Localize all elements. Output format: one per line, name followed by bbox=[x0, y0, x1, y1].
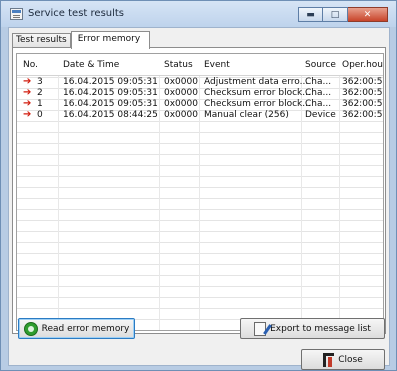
cell-event: Adjustment data erro... bbox=[204, 77, 309, 87]
export-to-message-list-button[interactable]: Export to message list bbox=[240, 318, 385, 339]
cell-no: 1 bbox=[37, 99, 43, 109]
title-bar[interactable]: Service test results ▬ □ ✕ bbox=[1, 1, 396, 27]
red-arrow-icon: ➔ bbox=[23, 98, 32, 109]
exit-door-icon bbox=[323, 352, 335, 367]
error-memory-table[interactable]: No. Date & Time Status Event Source Oper… bbox=[16, 53, 384, 331]
table-row[interactable]: ➔ 0 16.04.2015 08:44:25 0x0000 Manual cl… bbox=[17, 109, 384, 121]
cell-status: 0x0000 bbox=[164, 110, 198, 120]
export-label: Export to message list bbox=[270, 323, 371, 334]
table-row[interactable]: ➔ 2 16.04.2015 09:05:31 0x0000 Checksum … bbox=[17, 87, 384, 99]
cell-status: 0x0000 bbox=[164, 99, 198, 109]
column-header-date-time[interactable]: Date & Time bbox=[63, 60, 119, 70]
column-header-status[interactable]: Status bbox=[164, 60, 193, 70]
table-header: No. Date & Time Status Event Source Oper… bbox=[17, 54, 383, 76]
window-close-button[interactable]: ✕ bbox=[348, 7, 388, 22]
cell-oper-hours: 362:00:52 bbox=[342, 110, 384, 120]
red-arrow-icon: ➔ bbox=[23, 109, 32, 120]
cell-oper-hours: 362:00:52 bbox=[342, 77, 384, 87]
cell-date-time: 16.04.2015 09:05:31 bbox=[63, 99, 158, 109]
cell-source: Cha... bbox=[305, 77, 332, 87]
cell-no: 0 bbox=[37, 110, 43, 120]
cell-event: Checksum error block... bbox=[204, 88, 311, 98]
cell-no: 2 bbox=[37, 88, 43, 98]
column-header-oper-hours[interactable]: Oper.hours bbox=[342, 60, 383, 70]
table-row[interactable]: ➔ 3 16.04.2015 09:05:31 0x0000 Adjustmen… bbox=[17, 76, 384, 88]
cell-status: 0x0000 bbox=[164, 88, 198, 98]
read-error-memory-button[interactable]: Read error memory bbox=[18, 318, 135, 339]
cell-event: Checksum error block... bbox=[204, 99, 311, 109]
column-header-no[interactable]: No. bbox=[23, 60, 38, 70]
red-arrow-icon: ➔ bbox=[23, 87, 32, 98]
client-area: Test results Error memory No. Date & Tim… bbox=[8, 27, 390, 370]
cell-date-time: 16.04.2015 09:05:31 bbox=[63, 77, 158, 87]
cell-date-time: 16.04.2015 09:05:31 bbox=[63, 88, 158, 98]
service-test-results-window: Service test results ▬ □ ✕ Test results … bbox=[0, 0, 397, 371]
caption-buttons: ▬ □ ✕ bbox=[298, 7, 388, 22]
tab-test-results[interactable]: Test results bbox=[12, 33, 71, 48]
export-document-icon bbox=[254, 321, 267, 336]
error-memory-panel: No. Date & Time Status Event Source Oper… bbox=[12, 47, 386, 334]
cell-oper-hours: 362:00:52 bbox=[342, 88, 384, 98]
tab-strip: Test results Error memory bbox=[12, 31, 151, 49]
cell-no: 3 bbox=[37, 77, 43, 87]
window-app-icon bbox=[10, 8, 23, 20]
cell-source: Cha... bbox=[305, 88, 332, 98]
maximize-button[interactable]: □ bbox=[323, 7, 348, 22]
window-title: Service test results bbox=[28, 8, 125, 19]
red-arrow-icon: ➔ bbox=[23, 76, 32, 87]
minimize-button[interactable]: ▬ bbox=[298, 7, 323, 22]
refresh-icon bbox=[23, 321, 38, 336]
table-row[interactable]: ➔ 1 16.04.2015 09:05:31 0x0000 Checksum … bbox=[17, 98, 384, 110]
column-header-event[interactable]: Event bbox=[204, 60, 230, 70]
cell-oper-hours: 362:00:52 bbox=[342, 99, 384, 109]
cell-source: Cha... bbox=[305, 99, 332, 109]
close-label: Close bbox=[338, 354, 363, 365]
read-error-memory-label: Read error memory bbox=[41, 323, 130, 334]
cell-date-time: 16.04.2015 08:44:25 bbox=[63, 110, 158, 120]
cell-status: 0x0000 bbox=[164, 77, 198, 87]
tab-error-memory[interactable]: Error memory bbox=[70, 31, 151, 49]
column-header-source[interactable]: Source bbox=[305, 60, 336, 70]
close-button[interactable]: Close bbox=[301, 349, 385, 370]
cell-source: Device bbox=[305, 110, 336, 120]
cell-event: Manual clear (256) bbox=[204, 110, 289, 120]
